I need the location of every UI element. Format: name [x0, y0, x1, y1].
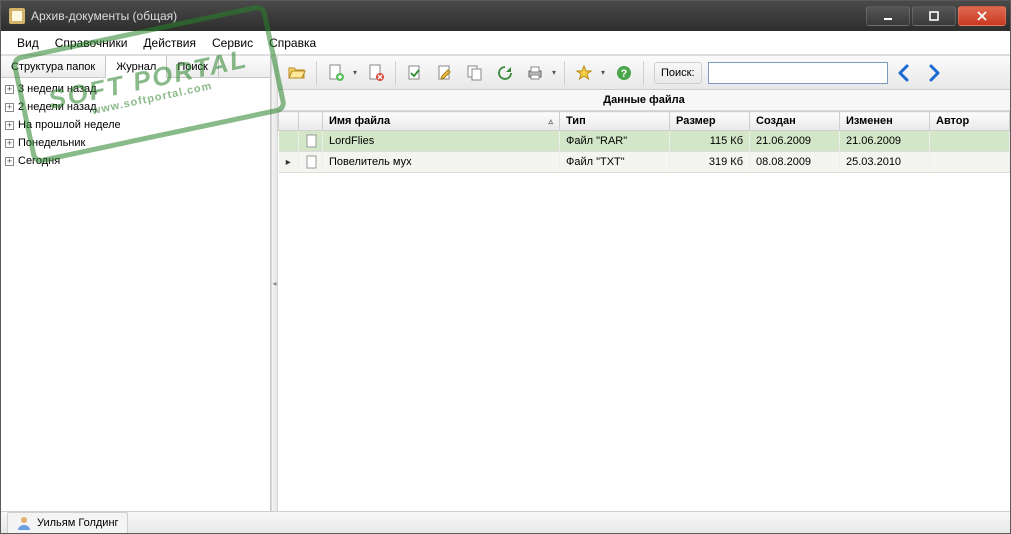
app-icon [9, 8, 25, 24]
col-created[interactable]: Создан [750, 112, 840, 131]
expand-icon[interactable]: + [5, 85, 14, 94]
cell-modified: 25.03.2010 [840, 152, 930, 173]
help-button[interactable]: ? [611, 60, 637, 86]
menubar: Вид Справочники Действия Сервис Справка [1, 31, 1010, 55]
splitter[interactable] [271, 56, 278, 511]
expand-icon[interactable]: + [5, 103, 14, 112]
favorite-button[interactable] [571, 60, 597, 86]
col-name[interactable]: Имя файла [323, 112, 560, 131]
col-size[interactable]: Размер [670, 112, 750, 131]
col-icon[interactable] [299, 112, 323, 131]
separator-icon [564, 61, 565, 85]
search-label: Поиск: [654, 62, 702, 84]
cell-created: 08.08.2009 [750, 152, 840, 173]
tab-journal[interactable]: Журнал [106, 56, 167, 78]
cell-author [930, 131, 1010, 152]
tree-node[interactable]: +На прошлой неделе [1, 116, 270, 134]
status-item[interactable]: Уильям Голдинг [7, 512, 128, 534]
status-text: Уильям Голдинг [37, 517, 119, 529]
menu-actions[interactable]: Действия [135, 33, 204, 53]
expand-icon[interactable]: + [5, 157, 14, 166]
separator-icon [643, 61, 644, 85]
tree-node[interactable]: +3 недели назад [1, 80, 270, 98]
menu-view[interactable]: Вид [9, 33, 47, 53]
left-tabs: Структура папок Журнал Поиск [1, 56, 270, 78]
cell-name: LordFlies [323, 131, 560, 152]
add-document-dropdown[interactable] [351, 60, 359, 86]
file-table: Имя файла Тип Размер Создан Изменен Авто… [278, 111, 1010, 173]
menu-reference[interactable]: Справочники [47, 33, 136, 53]
minimize-button[interactable] [866, 6, 910, 26]
favorite-dropdown[interactable] [599, 60, 607, 86]
search-next-button[interactable] [922, 62, 944, 84]
section-title: Данные файла [278, 90, 1010, 111]
person-icon [16, 515, 32, 531]
col-modified[interactable]: Изменен [840, 112, 930, 131]
search-prev-button[interactable] [894, 62, 916, 84]
menu-service[interactable]: Сервис [204, 33, 261, 53]
remove-document-button[interactable] [363, 60, 389, 86]
search-group: Поиск: [654, 62, 944, 84]
print-button[interactable] [522, 60, 548, 86]
col-marker[interactable] [279, 112, 299, 131]
tab-folder-structure[interactable]: Структура папок [1, 56, 106, 77]
window-title: Архив-документы (общая) [31, 9, 177, 23]
col-type[interactable]: Тип [560, 112, 670, 131]
check-document-button[interactable] [402, 60, 428, 86]
open-folder-button[interactable] [284, 60, 310, 86]
cell-author [930, 152, 1010, 173]
toolbar: ? Поиск: [278, 56, 1010, 90]
menu-help[interactable]: Справка [261, 33, 324, 53]
row-marker-current [279, 152, 299, 173]
close-button[interactable] [958, 6, 1006, 26]
edit-document-button[interactable] [432, 60, 458, 86]
cell-size: 319 Кб [670, 152, 750, 173]
cell-created: 21.06.2009 [750, 131, 840, 152]
maximize-button[interactable] [912, 6, 956, 26]
tree-node[interactable]: +Понедельник [1, 134, 270, 152]
cell-type: Файл "TXT" [560, 152, 670, 173]
tree-node[interactable]: +Сегодня [1, 152, 270, 170]
separator-icon [395, 61, 396, 85]
row-marker [279, 131, 299, 152]
expand-icon[interactable]: + [5, 121, 14, 130]
search-input[interactable] [708, 62, 888, 84]
tab-search[interactable]: Поиск [167, 56, 218, 77]
cell-modified: 21.06.2009 [840, 131, 930, 152]
body: Структура папок Журнал Поиск +3 недели н… [1, 55, 1010, 511]
file-table-wrap: Имя файла Тип Размер Создан Изменен Авто… [278, 111, 1010, 511]
titlebar[interactable]: Архив-документы (общая) [1, 1, 1010, 31]
file-icon [299, 152, 323, 173]
journal-tree: +3 недели назад +2 недели назад +На прош… [1, 78, 270, 511]
svg-text:?: ? [621, 68, 628, 80]
col-author[interactable]: Автор [930, 112, 1010, 131]
left-panel: Структура папок Журнал Поиск +3 недели н… [1, 56, 271, 511]
cell-name: Повелитель мух [323, 152, 560, 173]
table-row[interactable]: LordFlies Файл "RAR" 115 Кб 21.06.2009 2… [279, 131, 1010, 152]
add-document-button[interactable] [323, 60, 349, 86]
print-dropdown[interactable] [550, 60, 558, 86]
table-row[interactable]: Повелитель мух Файл "TXT" 319 Кб 08.08.2… [279, 152, 1010, 173]
cell-size: 115 Кб [670, 131, 750, 152]
cell-type: Файл "RAR" [560, 131, 670, 152]
tree-node[interactable]: +2 недели назад [1, 98, 270, 116]
right-panel: ? Поиск: Данные файла [278, 56, 1010, 511]
expand-icon[interactable]: + [5, 139, 14, 148]
copy-document-button[interactable] [462, 60, 488, 86]
separator-icon [316, 61, 317, 85]
file-icon [299, 131, 323, 152]
app-window: Архив-документы (общая) Вид Справочники … [0, 0, 1011, 534]
statusbar: Уильям Голдинг [1, 511, 1010, 533]
refresh-button[interactable] [492, 60, 518, 86]
